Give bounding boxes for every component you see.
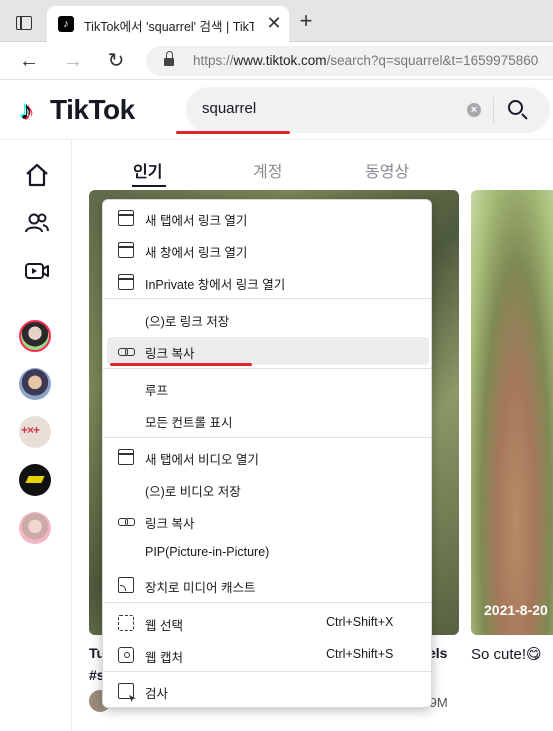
- menu-separator: [103, 602, 431, 603]
- cast-icon: [118, 577, 134, 593]
- url-host: www.tiktok.com: [233, 53, 327, 68]
- search-result-tabs: 인기 계정 동영상: [73, 140, 553, 188]
- avatar[interactable]: [19, 368, 51, 400]
- web-select-icon: [118, 615, 134, 631]
- menu-item-label: 검사: [145, 687, 169, 701]
- menu-item-label: 새 창에서 링크 열기: [145, 246, 248, 260]
- web-capture-icon: [118, 647, 134, 663]
- reload-button[interactable]: ↻: [103, 48, 129, 74]
- home-icon[interactable]: [24, 162, 50, 188]
- tab-videos[interactable]: 동영상: [365, 158, 409, 182]
- search-divider: [493, 97, 494, 123]
- menu-item-show-all-controls[interactable]: 모든 컨트롤 표시: [107, 406, 429, 434]
- inspect-icon: [118, 683, 134, 699]
- link-icon: [118, 343, 135, 359]
- clear-search-icon[interactable]: ×: [467, 103, 481, 117]
- menu-item-save-link-as[interactable]: (으)로 링크 저장: [107, 305, 429, 333]
- menu-item-shortcut: Ctrl+Shift+S: [326, 647, 394, 661]
- menu-separator: [103, 437, 431, 438]
- tiktok-favicon-icon: ♪: [58, 16, 74, 32]
- avatar[interactable]: [19, 512, 51, 544]
- tab-actions-icon[interactable]: [16, 16, 32, 30]
- search-bar[interactable]: squarrel ×: [186, 87, 550, 133]
- menu-item-open-link-new-tab[interactable]: 새 탭에서 링크 열기: [107, 204, 429, 232]
- tiktok-note-icon: ♪: [20, 95, 33, 125]
- sidebar: +×+: [0, 140, 72, 731]
- active-tab-indicator: [132, 185, 166, 187]
- menu-separator: [103, 368, 431, 369]
- search-input[interactable]: squarrel: [202, 100, 256, 117]
- tiktok-logo-text: TikTok: [50, 94, 135, 125]
- copy-link-annotation-underline: [110, 363, 252, 366]
- browser-tab-active[interactable]: ♪ TikTok에서 'squarrel' 검색 | TikTok ✕: [47, 6, 289, 42]
- menu-item-open-video-new-tab[interactable]: 새 탭에서 비디오 열기: [107, 443, 429, 471]
- menu-item-cast-media[interactable]: 장치로 미디어 캐스트: [107, 571, 429, 599]
- menu-item-label: InPrivate 창에서 링크 열기: [145, 278, 286, 292]
- menu-item-save-video-as[interactable]: (으)로 비디오 저장: [107, 475, 429, 503]
- avatar[interactable]: +×+: [19, 416, 51, 448]
- menu-item-label: 웹 선택: [145, 619, 183, 633]
- browser-toolbar: ← → ↻ https://www.tiktok.com/search?q=sq…: [0, 42, 553, 80]
- avatar[interactable]: [19, 320, 51, 352]
- video-card[interactable]: 2021-8-20: [471, 190, 553, 635]
- menu-item-label: 새 탭에서 링크 열기: [145, 214, 248, 228]
- tab-accounts[interactable]: 계정: [253, 158, 282, 182]
- new-tab-icon: [118, 210, 134, 226]
- menu-item-label: 장치로 미디어 캐스트: [145, 581, 256, 595]
- inprivate-icon: [118, 274, 134, 290]
- avatar[interactable]: [19, 464, 51, 496]
- menu-item-copy-link[interactable]: 링크 복사: [107, 337, 429, 365]
- context-menu: 새 탭에서 링크 열기 새 창에서 링크 열기 InPrivate 창에서 링크…: [102, 199, 432, 708]
- lock-icon[interactable]: [164, 51, 174, 67]
- new-tab-button[interactable]: +: [296, 10, 316, 32]
- menu-item-shortcut: Ctrl+Shift+X: [326, 615, 394, 629]
- menu-item-web-capture[interactable]: 웹 캡처 Ctrl+Shift+S: [107, 641, 429, 669]
- menu-separator: [103, 671, 431, 672]
- menu-item-label: 모든 컨트롤 표시: [145, 416, 233, 430]
- back-button[interactable]: ←: [16, 48, 42, 74]
- menu-separator: [103, 298, 431, 299]
- menu-item-label: (으)로 링크 저장: [145, 315, 230, 329]
- url-path: /search?q=squarrel&t=1659975860: [326, 53, 539, 68]
- menu-item-label: 루프: [145, 384, 169, 398]
- url-text[interactable]: https://www.tiktok.com/search?q=squarrel…: [193, 53, 538, 68]
- menu-item-web-select[interactable]: 웹 선택 Ctrl+Shift+X: [107, 609, 429, 637]
- search-annotation-underline: [176, 131, 290, 134]
- browser-tabstrip: ♪ TikTok에서 'squarrel' 검색 | TikTok ✕ +: [0, 0, 553, 42]
- menu-item-copy-video-link[interactable]: 링크 복사: [107, 507, 429, 535]
- video-date-overlay: 2021-8-20: [484, 602, 548, 618]
- menu-item-label: (으)로 비디오 저장: [145, 485, 241, 499]
- address-bar[interactable]: https://www.tiktok.com/search?q=squarrel…: [146, 46, 553, 76]
- menu-item-label: 새 탭에서 비디오 열기: [145, 453, 259, 467]
- menu-item-open-link-inprivate[interactable]: InPrivate 창에서 링크 열기: [107, 268, 429, 296]
- forward-button[interactable]: →: [60, 48, 86, 74]
- tab-title: TikTok에서 'squarrel' 검색 | TikTok: [84, 20, 254, 34]
- menu-item-label: 링크 복사: [145, 347, 195, 361]
- following-icon[interactable]: [24, 210, 50, 236]
- menu-item-label: 웹 캡처: [145, 651, 183, 665]
- new-window-icon: [118, 242, 134, 258]
- menu-item-picture-in-picture[interactable]: PIP(Picture-in-Picture): [107, 539, 429, 567]
- menu-item-open-link-new-window[interactable]: 새 창에서 링크 열기: [107, 236, 429, 264]
- tab-close-button[interactable]: ✕: [263, 12, 285, 34]
- menu-item-loop[interactable]: 루프: [107, 374, 429, 402]
- menu-item-label: PIP(Picture-in-Picture): [145, 545, 270, 559]
- menu-item-inspect[interactable]: 검사: [107, 677, 429, 705]
- new-tab-icon: [118, 449, 134, 465]
- url-scheme: https://: [193, 53, 234, 68]
- video-caption[interactable]: So cute!😋: [471, 645, 542, 663]
- search-icon[interactable]: [506, 98, 530, 122]
- menu-item-label: 링크 복사: [145, 517, 195, 531]
- link-icon: [118, 513, 135, 529]
- live-icon[interactable]: [24, 258, 50, 284]
- tab-top[interactable]: 인기: [133, 158, 162, 182]
